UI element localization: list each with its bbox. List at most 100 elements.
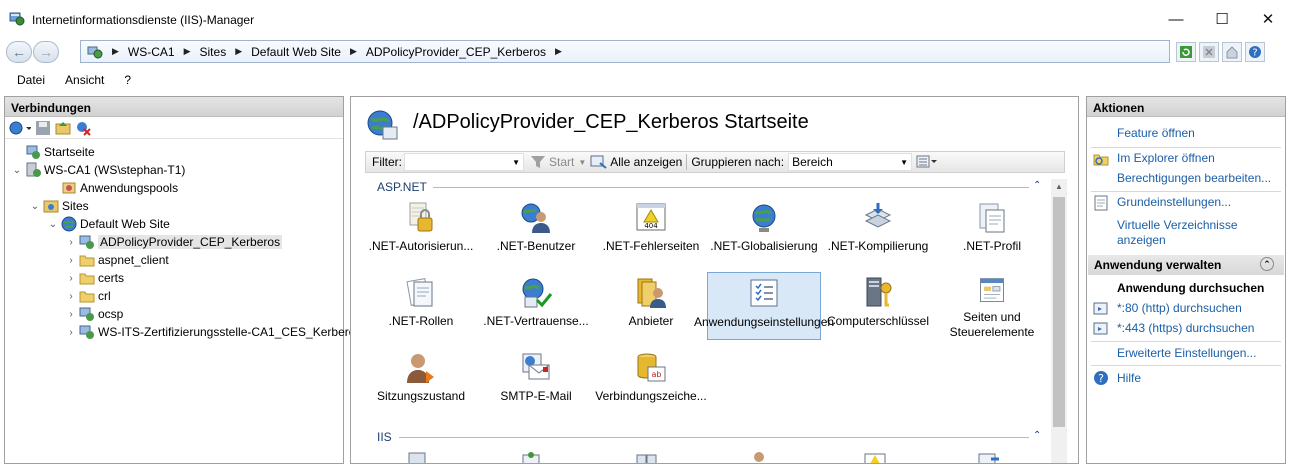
- breadcrumb-app[interactable]: ADPolicyProvider_CEP_Kerberos: [366, 45, 546, 59]
- handler-mappings-icon[interactable]: [407, 451, 427, 464]
- feature-net-roles[interactable]: .NET-Rollen: [364, 272, 478, 340]
- action-advanced-settings[interactable]: Erweiterte Einstellungen...: [1117, 346, 1256, 361]
- feature-net-compilation[interactable]: .NET-Kompilierung: [821, 197, 935, 265]
- action-help[interactable]: Hilfe: [1117, 371, 1141, 386]
- feature-machine-key[interactable]: Computerschlüssel: [821, 272, 935, 340]
- address-bar[interactable]: ▶ WS-CA1 ▶ Sites ▶ Default Web Site ▶ AD…: [80, 40, 1170, 63]
- chevron-right-icon[interactable]: ›: [65, 291, 77, 302]
- chevron-right-icon[interactable]: ›: [65, 327, 77, 338]
- collapse-group-icon[interactable]: ⌃: [1033, 430, 1041, 441]
- action-basic-settings[interactable]: Grundeinstellungen...: [1117, 195, 1231, 210]
- feature-scrollbar[interactable]: ▲: [1051, 179, 1067, 463]
- view-mode-icon[interactable]: [916, 155, 938, 169]
- group-by-select[interactable]: Bereich ▼: [788, 153, 913, 171]
- tree-item-ocsp[interactable]: › ocsp: [65, 305, 123, 323]
- scroll-thumb[interactable]: [1053, 197, 1065, 427]
- minimize-button[interactable]: —: [1153, 0, 1199, 38]
- address-row: ← → ▶ WS-CA1 ▶ Sites ▶ Default Web Site …: [0, 38, 1290, 66]
- chevron-right-icon[interactable]: ›: [65, 237, 77, 248]
- breadcrumb-sites[interactable]: Sites: [200, 45, 227, 59]
- action-explore[interactable]: Im Explorer öffnen: [1117, 151, 1215, 166]
- chevron-down-icon[interactable]: ⌄: [29, 201, 41, 212]
- feature-smtp-email[interactable]: SMTP-E-Mail: [479, 347, 593, 415]
- breadcrumb-separator-icon: ▶: [183, 46, 191, 56]
- back-button[interactable]: ←: [6, 41, 32, 63]
- home-icon: [1226, 46, 1238, 59]
- feature-net-users[interactable]: .NET-Benutzer: [479, 197, 593, 265]
- chevron-right-icon[interactable]: ›: [65, 255, 77, 266]
- tree-item-adpolicyprovider[interactable]: › ADPolicyProvider_CEP_Kerberos: [65, 233, 283, 251]
- chevron-right-icon[interactable]: ›: [65, 309, 77, 320]
- breadcrumb-default-site[interactable]: Default Web Site: [251, 45, 341, 59]
- action-open-feature[interactable]: Feature öffnen: [1117, 126, 1195, 141]
- default-document-icon[interactable]: [977, 451, 1001, 464]
- tree-item-server[interactable]: ⌄ WS-CA1 (WS\stephan-T1): [11, 161, 185, 179]
- delete-connection-icon[interactable]: [75, 120, 91, 136]
- tree-item-app-pools[interactable]: Anwendungspools: [47, 179, 178, 197]
- save-icon[interactable]: [35, 120, 51, 136]
- feature-connection-strings[interactable]: ab Verbindungszeiche...: [594, 347, 708, 415]
- web-app-icon: [79, 307, 94, 321]
- start-button[interactable]: Start: [549, 155, 574, 169]
- connections-panel: Verbindungen Startseite ⌄ WS-CA1 (WS\ste…: [4, 96, 361, 464]
- tree-item-certs[interactable]: › certs: [65, 269, 124, 287]
- breadcrumb-server[interactable]: WS-CA1: [128, 45, 175, 59]
- feature-net-profile[interactable]: .NET-Profil: [935, 197, 1049, 265]
- authentication-icon[interactable]: [749, 451, 769, 464]
- show-all-button[interactable]: Alle anzeigen: [610, 155, 682, 169]
- tree-item-aspnet-client[interactable]: › aspnet_client: [65, 251, 168, 269]
- error-badge: 404: [644, 222, 658, 230]
- menu-datei[interactable]: Datei: [17, 73, 45, 87]
- refresh-button[interactable]: [1176, 42, 1196, 62]
- collapse-section-icon[interactable]: ⌃: [1260, 257, 1274, 271]
- maximize-button[interactable]: ☐: [1199, 0, 1245, 38]
- http-redirect-icon[interactable]: [521, 451, 541, 464]
- action-browse-http[interactable]: *:80 (http) durchsuchen: [1117, 301, 1242, 316]
- help-icon: ?: [1249, 46, 1261, 59]
- compile-icon: [864, 203, 892, 228]
- up-level-icon[interactable]: [55, 120, 71, 136]
- feature-net-trust-levels[interactable]: .NET-Vertrauense...: [479, 272, 593, 340]
- feature-net-authorization[interactable]: .NET-Autorisierun...: [364, 197, 478, 265]
- smtp-mail-icon: [522, 353, 550, 380]
- home-page-icon: [26, 145, 40, 159]
- feature-net-globalization[interactable]: .NET-Globalisierung: [707, 197, 821, 265]
- tree-label: WS-ITS-Zertifizierungsstelle-CA1_CES_Ker…: [98, 325, 362, 339]
- connect-icon[interactable]: [9, 120, 31, 136]
- warning-icon[interactable]: [863, 451, 887, 464]
- chevron-down-icon[interactable]: ⌄: [47, 219, 59, 230]
- compression-icon[interactable]: [635, 451, 659, 464]
- forward-button[interactable]: →: [33, 41, 59, 63]
- tree-item-crl[interactable]: › crl: [65, 287, 110, 305]
- tree-item-ws-its-ces[interactable]: › WS-ITS-Zertifizierungsstelle-CA1_CES_K…: [65, 323, 361, 341]
- breadcrumb: ▶ WS-CA1 ▶ Sites ▶ Default Web Site ▶ AD…: [103, 45, 571, 59]
- filter-input[interactable]: ▼: [404, 153, 524, 171]
- tree-item-sites[interactable]: ⌄ Sites: [29, 197, 89, 215]
- action-browse-https[interactable]: *:443 (https) durchsuchen: [1117, 321, 1254, 336]
- tree-item-startseite[interactable]: Startseite: [11, 143, 95, 161]
- page-title: /ADPolicyProvider_CEP_Kerberos Startseit…: [413, 111, 809, 133]
- feature-providers[interactable]: Anbieter: [594, 272, 708, 340]
- home-button[interactable]: [1222, 42, 1242, 62]
- feature-application-settings[interactable]: Anwendungseinstellungen: [694, 272, 834, 340]
- group-by-value: Bereich: [792, 155, 833, 169]
- chevron-right-icon[interactable]: ›: [65, 273, 77, 284]
- chevron-down-icon[interactable]: ▼: [512, 158, 520, 167]
- feature-session-state[interactable]: Sitzungszustand: [364, 347, 478, 415]
- action-edit-permissions[interactable]: Berechtigungen bearbeiten...: [1117, 171, 1271, 186]
- help-button[interactable]: ?: [1245, 42, 1265, 62]
- tree-item-default-web-site[interactable]: ⌄ Default Web Site: [47, 215, 170, 233]
- menu-help[interactable]: ?: [124, 73, 131, 87]
- actions-title: Aktionen: [1087, 97, 1285, 117]
- close-button[interactable]: ✕: [1245, 0, 1290, 38]
- feature-pages-controls[interactable]: Seiten und Steuerelemente: [935, 272, 1049, 340]
- scroll-up-icon[interactable]: ▲: [1051, 179, 1067, 195]
- stop-button[interactable]: [1199, 42, 1219, 62]
- chevron-down-icon[interactable]: ▼: [578, 158, 586, 167]
- address-tools: ?: [1176, 41, 1265, 63]
- chevron-down-icon[interactable]: ⌄: [11, 165, 23, 176]
- action-view-virtual-dirs[interactable]: Virtuelle Verzeichnisse anzeigen: [1117, 218, 1277, 248]
- feature-net-error-pages[interactable]: 404 .NET-Fehlerseiten: [594, 197, 708, 265]
- menu-ansicht[interactable]: Ansicht: [65, 73, 104, 87]
- collapse-group-icon[interactable]: ⌃: [1033, 180, 1041, 191]
